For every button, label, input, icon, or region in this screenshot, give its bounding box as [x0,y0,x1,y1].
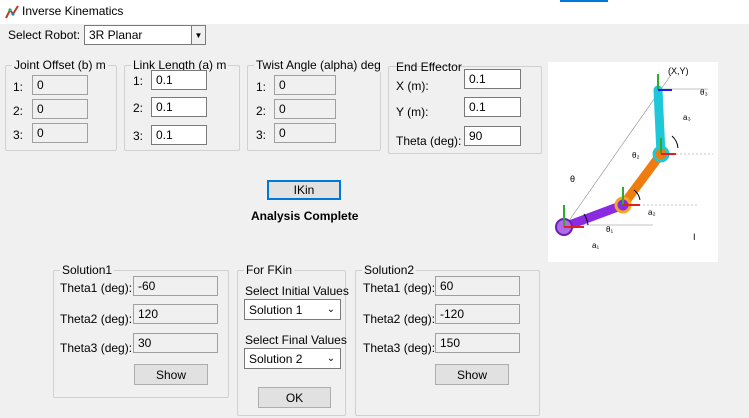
robot-arm-diagram: (X,Y) θ θ₁ θ₂ θ₃ a₁ a₂ a₃ I [548,62,718,262]
ikin-button[interactable]: IKin [267,180,341,200]
solution1-show-button[interactable]: Show [134,364,208,385]
joint-offset-field-1[interactable]: 0 [32,75,88,95]
solution1-theta3-label: Theta3 (deg): [60,341,133,355]
final-values-select[interactable]: Solution 2 ⌄ [244,348,341,369]
link-length-label-3: 3: [133,129,144,143]
solution2-theta3-field[interactable]: 150 [435,333,520,353]
final-values-value: Solution 2 [249,351,303,366]
accent-line [560,0,608,2]
link-length-field-2[interactable]: 0.1 [151,97,207,117]
theta2-symbol: θ₂ [632,151,640,160]
twist-angle-label-2: 2: [256,104,267,118]
initial-values-value: Solution 1 [249,302,303,317]
initial-values-label: Select Initial Values [245,284,349,298]
link-length-field-1[interactable]: 0.1 [151,70,207,90]
app-icon [5,5,19,19]
twist-angle-title: Twist Angle (alpha) deg [254,58,383,72]
a3-symbol: a₃ [683,113,691,122]
solution1-theta2-label: Theta2 (deg): [60,312,133,326]
link-length-field-3[interactable]: 0.1 [151,125,207,145]
solution2-theta3-label: Theta3 (deg): [363,341,436,355]
twist-angle-field-2[interactable]: 0 [274,99,336,119]
final-values-label: Select Final Values [245,333,347,347]
joint-offset-label-3: 3: [13,128,24,142]
theta-field[interactable]: 90 [464,126,521,146]
solution2-theta2-label: Theta2 (deg): [363,312,436,326]
cursor-glyph: I [693,232,696,242]
joint-offset-label-2: 2: [13,104,24,118]
initial-values-select[interactable]: Solution 1 ⌄ [244,299,341,320]
link-1 [559,200,628,232]
link-2 [618,149,666,210]
twist-angle-label-3: 3: [256,128,267,142]
solution1-theta1-label: Theta1 (deg): [60,281,133,295]
a2-symbol: a₂ [648,208,656,217]
solution1-theta2-field[interactable]: 120 [133,304,218,324]
x-field[interactable]: 0.1 [464,69,521,89]
solution2-theta1-field[interactable]: 60 [435,276,520,296]
chevron-down-icon[interactable]: ⌄ [322,300,340,319]
solution1-title: Solution1 [60,263,115,277]
angle-arc-3 [671,135,679,149]
point-label: (X,Y) [668,66,689,76]
theta3-symbol: θ₃ [700,88,708,97]
robot-select-value: 3R Planar [89,28,143,42]
twist-angle-field-3[interactable]: 0 [274,123,336,143]
solution2-show-button[interactable]: Show [435,364,509,385]
solution2-title: Solution2 [362,263,417,277]
joint-offset-field-3[interactable]: 0 [32,123,88,143]
ok-button[interactable]: OK [258,387,331,408]
joint-offset-field-2[interactable]: 0 [32,99,88,119]
link-length-label-2: 2: [133,101,144,115]
chevron-down-icon[interactable]: ▼ [191,26,205,44]
x-label: X (m): [396,79,429,93]
solution1-theta3-field[interactable]: 30 [133,333,218,353]
window-title: Inverse Kinematics [22,4,124,18]
twist-angle-field-1[interactable]: 0 [274,75,336,95]
solution2-theta1-label: Theta1 (deg): [363,281,436,295]
select-robot-label: Select Robot: [8,28,81,42]
y-label: Y (m): [396,105,429,119]
robot-select[interactable]: 3R Planar ▼ [84,25,206,45]
status-text: Analysis Complete [251,209,359,223]
theta1-symbol: θ₁ [606,225,613,234]
link-length-label-1: 1: [133,74,144,88]
twist-angle-label-1: 1: [256,80,267,94]
y-field[interactable]: 0.1 [464,97,521,117]
theta-symbol: θ [570,174,575,184]
end-effector-title: End Effector [396,60,462,74]
solution1-theta1-field[interactable]: -60 [133,276,218,296]
chevron-down-icon[interactable]: ⌄ [322,349,340,368]
a1-symbol: a₁ [592,241,599,250]
joint-offset-title: Joint Offset (b) m [12,58,108,72]
joint-offset-label-1: 1: [13,80,24,94]
theta-label: Theta (deg): [396,134,462,148]
solution2-theta2-field[interactable]: -120 [435,304,520,324]
fkin-title: For FKin [244,263,295,277]
